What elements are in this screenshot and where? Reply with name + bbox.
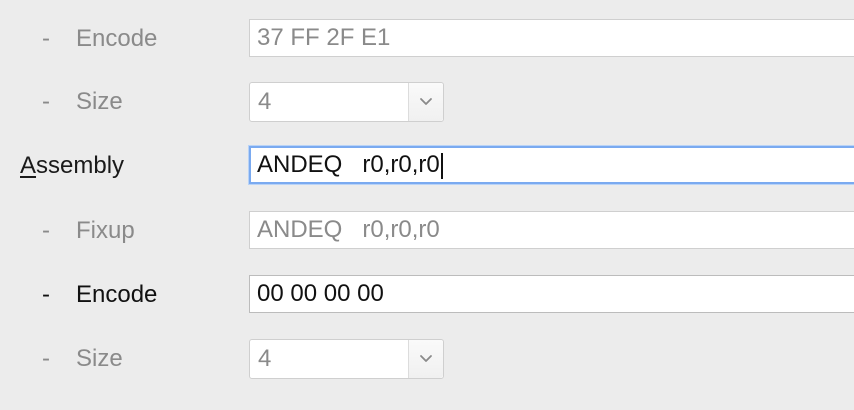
fixup-label: - Fixup	[42, 211, 135, 251]
assembly-row: Assembly ANDEQ r0,r0,r0	[0, 146, 854, 186]
encode-label-1: - Encode	[42, 19, 157, 59]
size-label-text-2: Size	[76, 345, 123, 372]
bullet-dash: -	[42, 281, 50, 308]
chevron-down-icon	[420, 98, 432, 105]
size-select-value-2: 4	[258, 345, 272, 372]
assembly-label: Assembly	[20, 146, 124, 186]
size-select-2[interactable]: 4	[249, 339, 444, 379]
fixup-label-text: Fixup	[76, 217, 135, 244]
size-label-text-1: Size	[76, 88, 123, 115]
instruction-form: - Encode 37 FF 2F E1 - Size 4 Assembly AND…	[0, 0, 854, 410]
bullet-dash: -	[42, 88, 50, 115]
encode-field-1[interactable]: 37 FF 2F E1	[249, 19, 854, 57]
size-select-1[interactable]: 4	[249, 82, 444, 122]
assembly-input-value: ANDEQ r0,r0,r0	[257, 151, 440, 178]
size-label-2: - Size	[42, 339, 123, 379]
size-select-value-1: 4	[258, 88, 272, 115]
assembly-label-rest: ssembly	[36, 152, 125, 179]
size-select-arrow-1[interactable]	[408, 83, 443, 121]
encode-value-2: 00 00 00 00	[257, 280, 384, 307]
encode-label-text-1: Encode	[76, 25, 158, 52]
encode-label-text-2: Encode	[76, 281, 158, 308]
assembly-label-mnemonic: A	[20, 152, 37, 179]
size-row-2: - Size 4	[0, 339, 854, 379]
bullet-dash: -	[42, 217, 50, 244]
text-caret	[440, 152, 443, 179]
fixup-value: ANDEQ r0,r0,r0	[257, 216, 440, 243]
bullet-dash: -	[42, 25, 50, 52]
size-label-1: - Size	[42, 82, 123, 122]
encode-label-2: - Encode	[42, 275, 157, 315]
encode-field-2[interactable]: 00 00 00 00	[249, 275, 854, 313]
assembly-input[interactable]: ANDEQ r0,r0,r0	[249, 146, 854, 184]
size-row-1: - Size 4	[0, 82, 854, 122]
bullet-dash: -	[42, 345, 50, 372]
size-select-arrow-2[interactable]	[408, 340, 443, 378]
chevron-down-icon	[420, 355, 432, 362]
fixup-field[interactable]: ANDEQ r0,r0,r0	[249, 211, 854, 249]
encode-value-1: 37 FF 2F E1	[257, 24, 391, 51]
fixup-row: - Fixup ANDEQ r0,r0,r0	[0, 211, 854, 251]
encode-row-1: - Encode 37 FF 2F E1	[0, 19, 854, 59]
encode-row-2: - Encode 00 00 00 00	[0, 275, 854, 315]
assembly-input-content: ANDEQ r0,r0,r0	[257, 148, 854, 182]
